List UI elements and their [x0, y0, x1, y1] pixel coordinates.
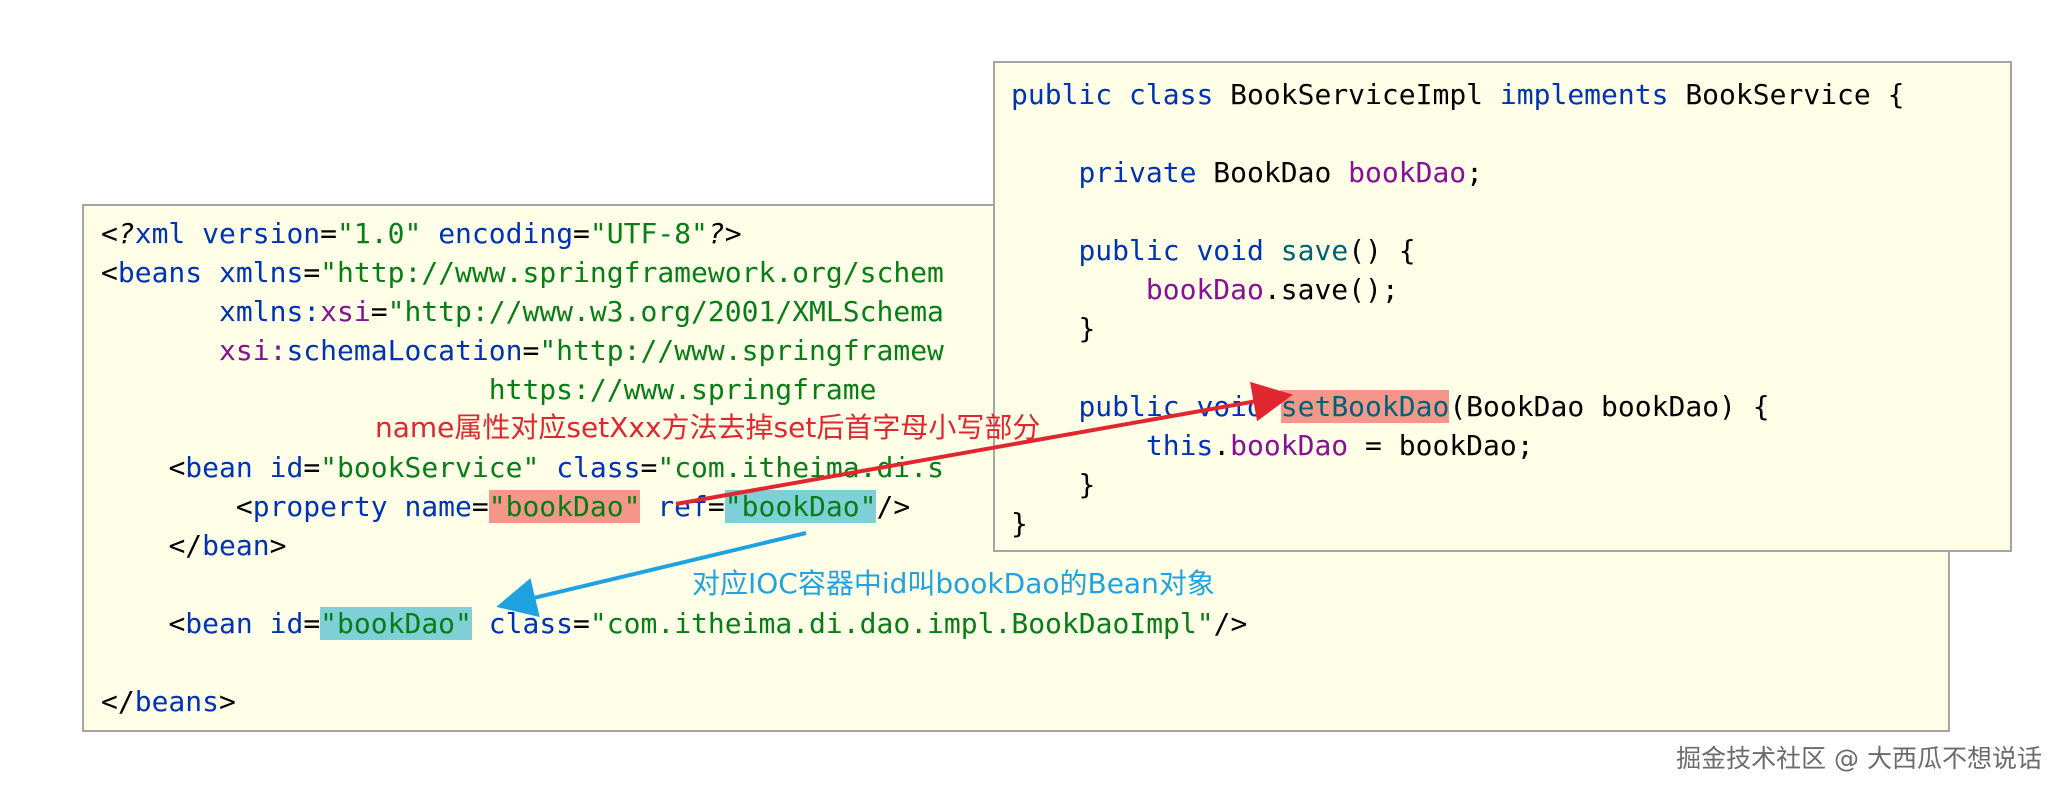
property-ref-value: "bookDao" [724, 490, 877, 523]
xml-line-2: <beans xmlns="http://www.springframework… [101, 256, 944, 289]
xml-line-3: xmlns:xsi="http://www.w3.org/2001/XMLSch… [219, 295, 944, 328]
java-line-save-close: } [1078, 312, 1096, 345]
java-line-class-close: } [1011, 507, 1028, 540]
xml-line-4: xsi:schemaLocation="http://www.springfra… [219, 334, 944, 367]
xml-line-beans-close: </beans> [101, 685, 236, 718]
bean-id-value: "bookDao" [320, 607, 472, 640]
java-code-block: public class BookServiceImpl implements … [1011, 75, 1904, 543]
xml-line-bean-close: </bean> [168, 529, 287, 562]
java-line-save-body: bookDao.save(); [1145, 273, 1399, 306]
java-line-class: public class BookServiceImpl implements … [1011, 78, 1905, 111]
java-class-panel: public class BookServiceImpl implements … [993, 61, 2012, 552]
name-attribute-annotation: name属性对应setXxx方法去掉set后首字母小写部分 [375, 411, 1041, 444]
xml-line-5: https://www.springframe [488, 373, 877, 406]
setter-method-name: setBookDao [1280, 390, 1450, 423]
watermark: 掘金技术社区 @ 大西瓜不想说话 [1676, 744, 2042, 773]
java-line-setter-body: this.bookDao = bookDao; [1145, 429, 1534, 462]
xml-line-1: <?xml version="1.0" encoding="UTF-8"?> [101, 217, 742, 250]
xml-line-bean-bookdao: <bean id="bookDao" class="com.itheima.di… [168, 607, 1248, 640]
java-line-setter-close: } [1078, 468, 1096, 501]
property-name-value: "bookDao" [488, 490, 641, 523]
xml-line-property: <property name="bookDao" ref="bookDao"/> [235, 490, 911, 523]
java-line-save: public void save() { [1078, 234, 1416, 267]
xml-line-bean-bookservice: <bean id="bookService" class="com.itheim… [168, 451, 944, 484]
ref-attribute-annotation: 对应IOC容器中id叫bookDao的Bean对象 [692, 567, 1215, 600]
java-line-field: private BookDao bookDao; [1078, 156, 1484, 189]
java-line-setter: public void setBookDao(BookDao bookDao) … [1078, 390, 1770, 423]
